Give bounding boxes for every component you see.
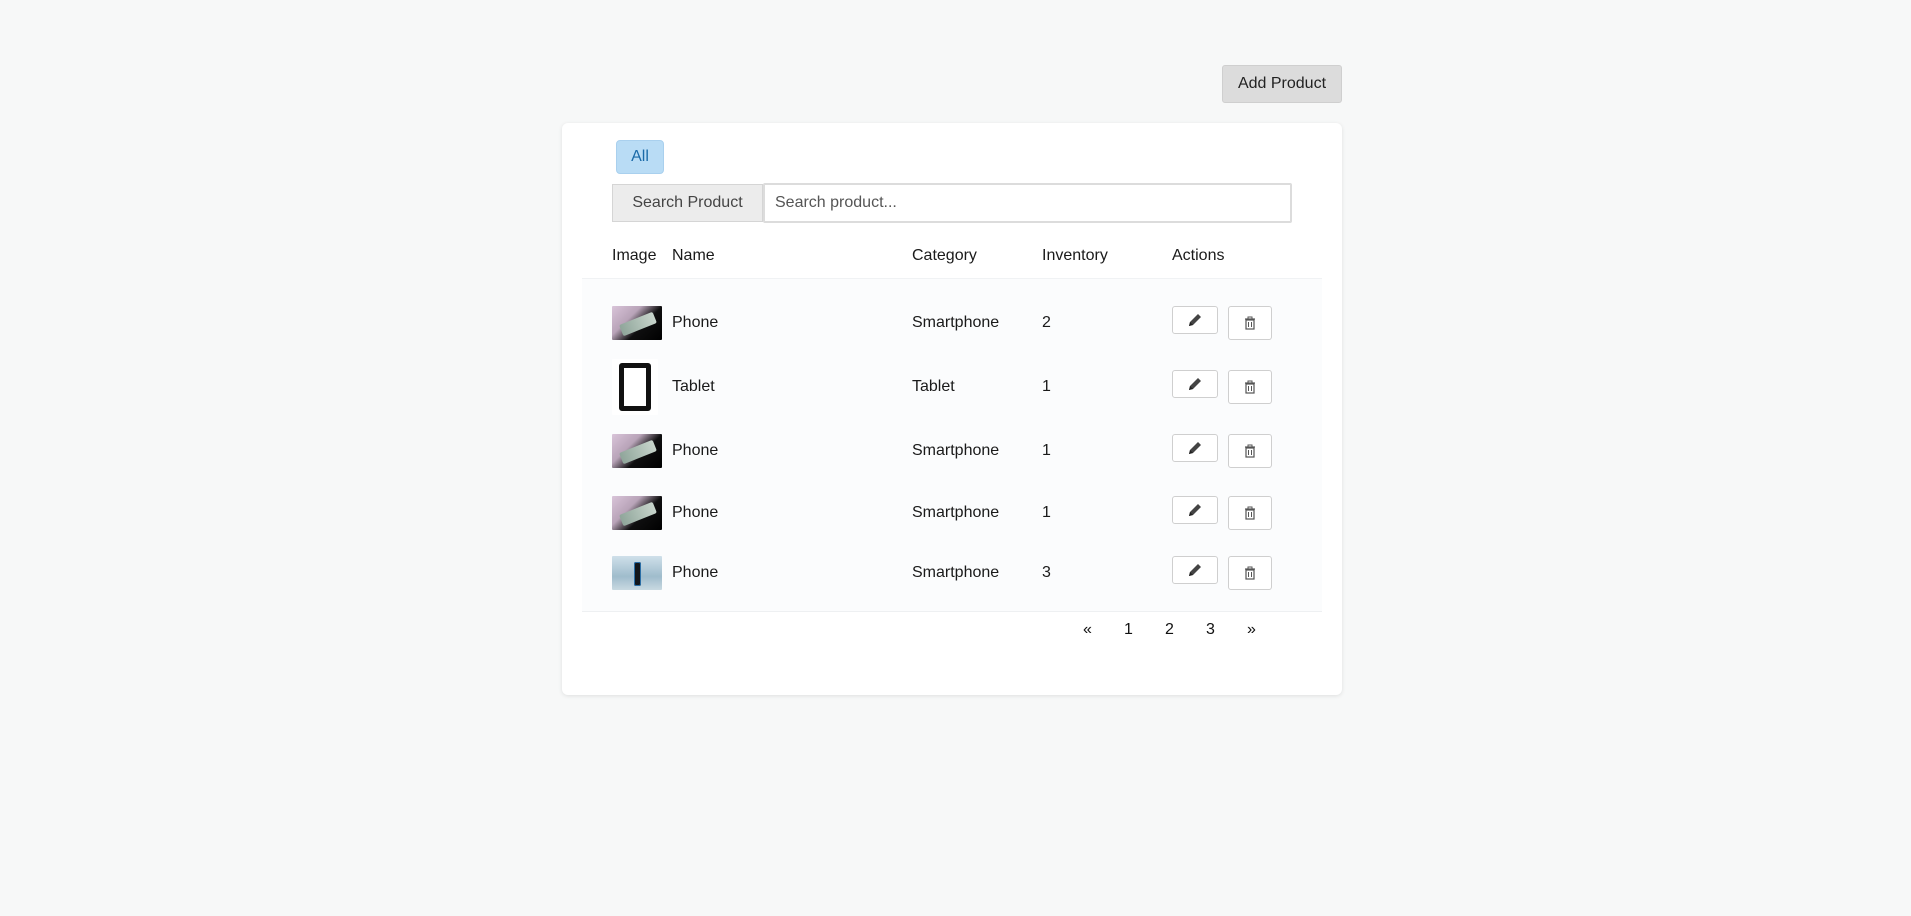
edit-button[interactable] (1172, 370, 1218, 398)
tab-all[interactable]: All (616, 140, 664, 174)
product-inventory: 1 (1042, 504, 1051, 521)
table-row: Tablet Tablet 1 (582, 355, 1322, 419)
product-image (612, 434, 662, 468)
product-table: Image Name Category Inventory Actions Ph… (582, 233, 1322, 612)
product-inventory: 2 (1042, 314, 1051, 331)
pagination-page-1[interactable]: 1 (1108, 616, 1149, 644)
table-row: Phone Smartphone 3 (582, 543, 1322, 603)
delete-button[interactable] (1228, 556, 1272, 590)
delete-button[interactable] (1228, 306, 1272, 340)
table-body: Phone Smartphone 2 Tablet Tablet 1 Phone… (582, 279, 1322, 612)
column-header-actions: Actions (1172, 246, 1225, 264)
product-category: Smartphone (912, 504, 1000, 521)
pagination-page-3[interactable]: 3 (1190, 616, 1231, 644)
page: Add Product All Search Product Image Nam… (0, 0, 1911, 916)
product-name: Phone (672, 504, 719, 521)
product-category: Tablet (912, 378, 955, 395)
add-product-button[interactable]: Add Product (1222, 65, 1342, 103)
row-actions (1172, 556, 1322, 590)
column-header-inventory: Inventory (1042, 246, 1108, 264)
pencil-icon (1189, 314, 1201, 326)
row-actions (1172, 370, 1322, 404)
product-image (612, 496, 662, 530)
product-name: Phone (672, 564, 719, 581)
image-cell (582, 359, 672, 415)
pencil-icon (1189, 442, 1201, 454)
product-category: Smartphone (912, 442, 1000, 459)
trash-icon (1245, 444, 1255, 458)
delete-button[interactable] (1228, 434, 1272, 468)
trash-icon (1245, 566, 1255, 580)
image-cell (582, 434, 672, 468)
pagination: « 1 2 3 » (1067, 616, 1272, 644)
pencil-icon (1189, 378, 1201, 390)
trash-icon (1245, 506, 1255, 520)
pencil-icon (1189, 564, 1201, 576)
pencil-icon (1189, 504, 1201, 516)
search-bar: Search Product (612, 183, 1292, 223)
product-image (612, 556, 662, 590)
search-product-button[interactable]: Search Product (612, 184, 763, 222)
pagination-prev[interactable]: « (1067, 616, 1108, 644)
delete-button[interactable] (1228, 370, 1272, 404)
image-cell (582, 306, 672, 340)
table-header: Image Name Category Inventory Actions (582, 233, 1322, 279)
product-name: Tablet (672, 378, 715, 395)
row-actions (1172, 496, 1322, 530)
product-image (612, 306, 662, 340)
product-name: Phone (672, 442, 719, 459)
column-header-name: Name (672, 246, 715, 264)
edit-button[interactable] (1172, 556, 1218, 584)
delete-button[interactable] (1228, 496, 1272, 530)
image-cell (582, 496, 672, 530)
column-header-image: Image (612, 246, 657, 264)
row-actions (1172, 306, 1322, 340)
image-cell (582, 556, 672, 590)
pagination-page-2[interactable]: 2 (1149, 616, 1190, 644)
trash-icon (1245, 380, 1255, 394)
trash-icon (1245, 316, 1255, 330)
edit-button[interactable] (1172, 496, 1218, 524)
product-image (612, 359, 658, 415)
table-row: Phone Smartphone 1 (582, 483, 1322, 543)
product-inventory: 1 (1042, 442, 1051, 459)
product-category: Smartphone (912, 314, 1000, 331)
pagination-next[interactable]: » (1231, 616, 1272, 644)
product-card: All Search Product Image Name Category I… (562, 123, 1342, 695)
edit-button[interactable] (1172, 306, 1218, 334)
product-inventory: 3 (1042, 564, 1051, 581)
row-actions (1172, 434, 1322, 468)
product-name: Phone (672, 314, 719, 331)
product-inventory: 1 (1042, 378, 1051, 395)
column-header-category: Category (912, 246, 977, 264)
edit-button[interactable] (1172, 434, 1218, 462)
product-category: Smartphone (912, 564, 1000, 581)
table-row: Phone Smartphone 2 (582, 291, 1322, 355)
table-row: Phone Smartphone 1 (582, 419, 1322, 483)
search-input[interactable] (763, 183, 1292, 223)
